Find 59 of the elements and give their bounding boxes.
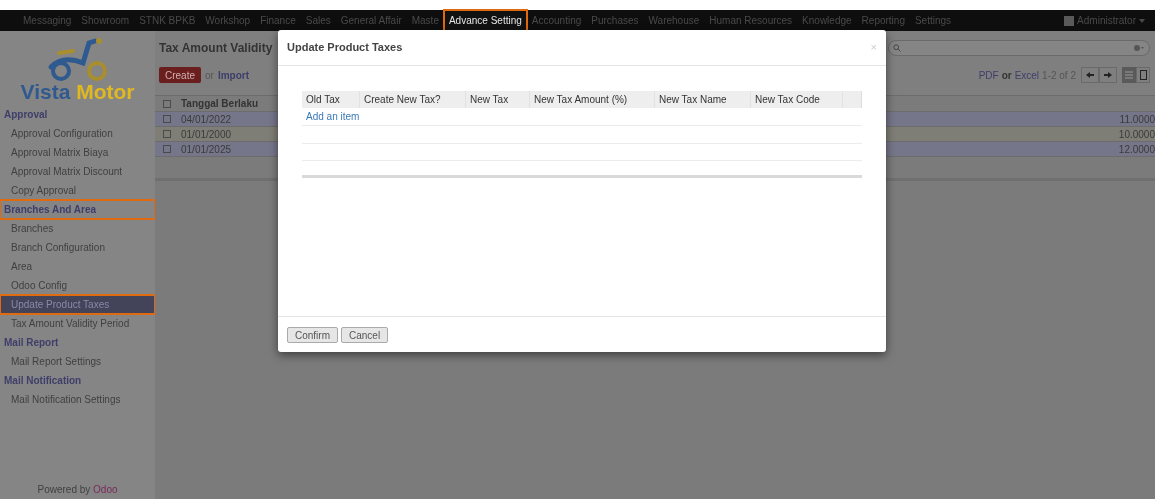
menu-item[interactable]: Human Resources: [704, 10, 798, 31]
table-cell-text: 11.0000: [1119, 112, 1155, 127]
table-cell-text: 10.0000: [1118, 127, 1155, 142]
sidebar-section-title: Branches And Area: [0, 200, 155, 219]
sidebar-item[interactable]: Mail Report Settings: [0, 352, 155, 371]
sidebar-item[interactable]: Approval Matrix Biaya: [0, 143, 155, 162]
menu-item[interactable]: Showroom: [76, 10, 135, 31]
add-item-link[interactable]: Add an item: [306, 109, 360, 124]
create-button[interactable]: Create: [159, 67, 201, 83]
sidebar-item[interactable]: Branch Configuration: [0, 238, 155, 257]
table-cell-text: 01/01/2025: [181, 142, 232, 157]
table-cell-text: 01/01/2000: [181, 127, 232, 142]
menu-item[interactable]: Knowledge: [797, 10, 857, 31]
sidebar-section-title: Approval: [3, 108, 49, 122]
menu-item[interactable]: Maste: [406, 10, 444, 31]
menu-item[interactable]: STNK BPKB: [134, 10, 201, 31]
table-cell-text: 04/01/2022: [181, 112, 232, 127]
menu-item[interactable]: Finance: [255, 10, 301, 31]
odoo-link[interactable]: Odoo: [93, 484, 118, 495]
excel-link[interactable]: Excel: [1014, 67, 1040, 83]
column-header: New Tax: [466, 91, 530, 108]
dialog-button[interactable]: Confirm: [287, 326, 338, 343]
user-menu[interactable]: Administrator: [1077, 13, 1136, 28]
menu-item[interactable]: Reporting: [856, 10, 910, 31]
column-header: Create New Tax?: [360, 91, 466, 108]
dialog-title: Update Product Taxes: [287, 40, 403, 56]
menu-item[interactable]: General Affair: [335, 10, 407, 31]
sidebar-item[interactable]: Area: [0, 257, 155, 276]
pdf-link[interactable]: PDF: [978, 67, 999, 83]
menu-item[interactable]: Messaging: [18, 10, 77, 31]
view-title: Tax Amount Validity: [159, 40, 273, 57]
sidebar-item[interactable]: Approval Matrix Discount: [0, 162, 155, 181]
column-header: New Tax Amount (%): [530, 91, 655, 108]
sidebar-item[interactable]: Approval Configuration: [0, 124, 155, 143]
sidebar-item[interactable]: Copy Approval: [0, 181, 155, 200]
menu-item[interactable]: Settings: [909, 10, 957, 31]
sidebar-section-title: Mail Notification: [3, 374, 83, 388]
column-header: Old Tax: [302, 91, 360, 108]
or-text: or: [1001, 68, 1012, 83]
menu-item[interactable]: Warehouse: [643, 10, 705, 31]
sidebar-item[interactable]: Mail Notification Settings: [0, 390, 155, 409]
dialog-button[interactable]: Cancel: [341, 326, 389, 343]
column-header: New Tax Code: [751, 91, 843, 108]
powered-by-text: Powered by Odoo: [36, 483, 119, 497]
close-button[interactable]: ×: [870, 39, 877, 56]
menu-item[interactable]: Accounting: [526, 10, 587, 31]
sidebar-item[interactable]: Branches: [0, 219, 155, 238]
menu-item[interactable]: Workshop: [200, 10, 256, 31]
sidebar-item[interactable]: Update Product Taxes: [0, 295, 155, 314]
import-link[interactable]: Import: [217, 67, 250, 83]
logo-text: Vista Motor: [20, 81, 135, 103]
column-header: Tanggal Berlaku: [181, 97, 259, 111]
column-header: New Tax Name: [655, 91, 751, 108]
sidebar-item[interactable]: Tax Amount Validity Period: [0, 314, 155, 333]
table-cell-text: 12.0000: [1118, 142, 1155, 157]
menu-item[interactable]: Purchases: [586, 10, 644, 31]
menu-item[interactable]: Advance Setting: [443, 10, 527, 31]
sidebar-item[interactable]: Odoo Config: [0, 276, 155, 295]
sidebar-section-title: Mail Report: [3, 336, 60, 350]
